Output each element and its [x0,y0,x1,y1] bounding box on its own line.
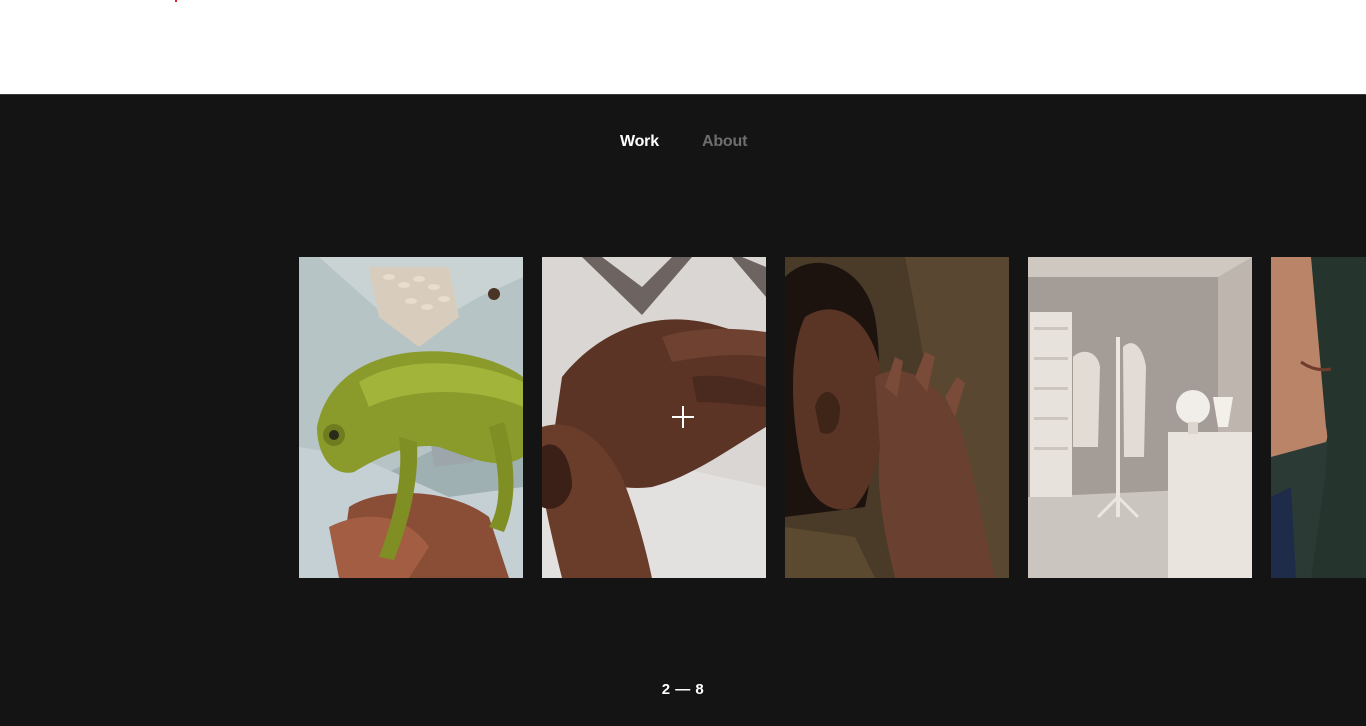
face-touch-image [785,257,1009,578]
gallery-image-hands[interactable] [542,257,766,578]
gallery-image-face-touch[interactable] [785,257,1009,578]
main-nav: Work About [0,133,1366,153]
gallery-image-chameleon[interactable] [299,257,523,578]
red-dot-marker [175,0,177,2]
slide-counter: 2 — 8 [661,681,705,698]
nav-work-link[interactable]: Work [620,133,659,151]
gallery-image-bedroom[interactable] [1028,257,1252,578]
browser-top-area [0,0,1366,94]
gallery-image-profile[interactable] [1271,257,1366,578]
image-carousel[interactable] [0,257,1366,578]
chameleon-image [299,257,523,578]
gallery-stage: Work About 2 — 8 [0,94,1366,726]
hands-image [542,257,766,578]
bedroom-image [1028,257,1252,578]
profile-image [1271,257,1366,578]
nav-about-link[interactable]: About [702,133,747,151]
